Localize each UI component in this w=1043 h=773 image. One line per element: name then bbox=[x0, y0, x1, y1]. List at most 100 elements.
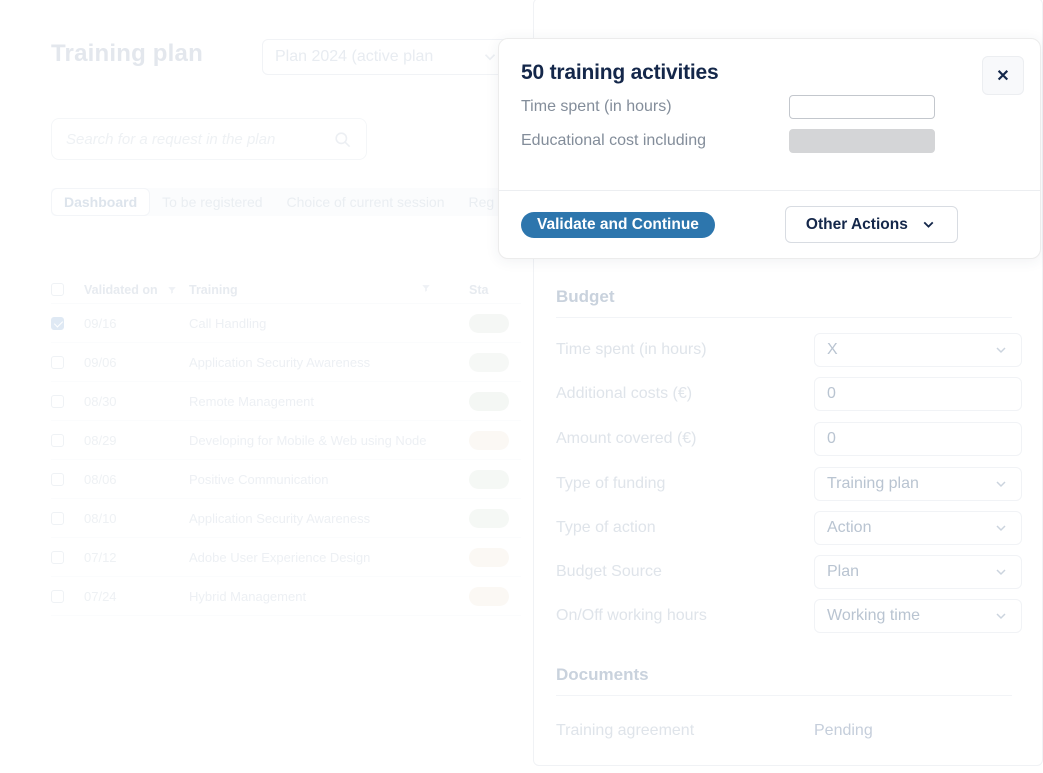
plan-select[interactable]: Plan 2024 (active plan bbox=[262, 39, 512, 75]
training-activities-modal: 50 training activities Time spent (in ho… bbox=[498, 38, 1041, 259]
column-header-training[interactable]: Training bbox=[189, 283, 469, 297]
row-training: Call Handling bbox=[189, 315, 267, 331]
type-of-funding-select[interactable]: Training plan bbox=[814, 467, 1022, 501]
row-validated-on: 09/16 bbox=[84, 315, 117, 331]
row-training: Application Security Awareness bbox=[189, 354, 371, 370]
column-label-validated-on: Validated on bbox=[84, 282, 158, 297]
modal-field-educational-cost: Educational cost including bbox=[521, 129, 1018, 153]
chevron-down-icon bbox=[481, 48, 499, 66]
column-header-status[interactable]: Sta bbox=[469, 283, 521, 297]
row-status-badge bbox=[469, 586, 521, 606]
column-label-training: Training bbox=[189, 282, 238, 297]
field-label: On/Off working hours bbox=[556, 607, 707, 624]
modal-field-time-spent: Time spent (in hours) bbox=[521, 95, 1018, 119]
tab-to-be-registered[interactable]: To be registered bbox=[150, 189, 274, 215]
budget-section-title: Budget bbox=[556, 287, 1012, 318]
budget-source-select[interactable]: Plan bbox=[814, 555, 1022, 589]
row-training: Developing for Mobile & Web using Node bbox=[189, 432, 427, 448]
select-all-checkbox[interactable] bbox=[51, 283, 84, 296]
field-label: Amount covered (€) bbox=[556, 430, 697, 447]
table-row[interactable]: 07/12 Adobe User Experience Design bbox=[51, 538, 521, 577]
chevron-down-icon bbox=[993, 342, 1009, 358]
field-budget-source: Budget Source Plan bbox=[556, 555, 1022, 589]
row-checkbox[interactable] bbox=[51, 394, 84, 408]
modal-footer: Validate and Continue Other Actions bbox=[499, 190, 1040, 258]
row-checkbox[interactable] bbox=[51, 511, 84, 525]
field-label: Time spent (in hours) bbox=[556, 341, 707, 358]
row-status-badge bbox=[469, 391, 521, 411]
row-validated-on: 09/06 bbox=[84, 354, 117, 370]
documents-section-title: Documents bbox=[556, 665, 1012, 696]
row-status-badge bbox=[469, 508, 521, 528]
row-validated-on: 07/24 bbox=[84, 588, 117, 604]
row-checkbox[interactable] bbox=[51, 550, 84, 564]
working-hours-select[interactable]: Working time bbox=[814, 599, 1022, 633]
amount-covered-input[interactable]: 0 bbox=[814, 422, 1022, 456]
search-input[interactable]: Search for a request in the plan bbox=[51, 118, 367, 160]
row-checkbox[interactable] bbox=[51, 472, 84, 486]
modal-title: 50 training activities bbox=[521, 61, 719, 84]
field-label: Budget Source bbox=[556, 563, 662, 580]
additional-costs-input[interactable]: 0 bbox=[814, 377, 1022, 411]
chevron-down-icon bbox=[993, 520, 1009, 536]
row-checkbox[interactable] bbox=[51, 433, 84, 447]
field-time-spent: Time spent (in hours) X bbox=[556, 333, 1022, 367]
row-training: Positive Communication bbox=[189, 471, 329, 487]
field-type-of-action: Type of action Action bbox=[556, 511, 1022, 545]
tab-choice-of-current-session[interactable]: Choice of current session bbox=[275, 189, 457, 215]
row-training: Adobe User Experience Design bbox=[189, 549, 371, 565]
chevron-down-icon bbox=[920, 216, 937, 233]
column-header-validated-on[interactable]: Validated on bbox=[84, 283, 189, 297]
field-value: Action bbox=[827, 519, 872, 536]
tab-dashboard[interactable]: Dashboard bbox=[51, 188, 151, 216]
row-validated-on: 08/30 bbox=[84, 393, 117, 409]
table-row[interactable]: 08/30 Remote Management bbox=[51, 382, 521, 421]
row-checkbox[interactable] bbox=[51, 355, 84, 369]
table-row[interactable]: 09/06 Application Security Awareness bbox=[51, 343, 521, 382]
field-label: Type of funding bbox=[556, 475, 666, 492]
search-icon bbox=[333, 130, 352, 149]
column-label-status: Sta bbox=[469, 282, 489, 297]
row-checkbox[interactable] bbox=[51, 316, 84, 330]
other-actions-button[interactable]: Other Actions bbox=[784, 206, 958, 243]
validate-and-continue-button[interactable]: Validate and Continue bbox=[521, 211, 715, 238]
field-on-off-working-hours: On/Off working hours Working time bbox=[556, 599, 1022, 633]
chevron-down-icon bbox=[993, 608, 1009, 624]
modal-educational-cost-input bbox=[789, 129, 935, 153]
row-status-badge bbox=[469, 352, 521, 372]
field-value: X bbox=[827, 341, 838, 358]
row-checkbox[interactable] bbox=[51, 589, 84, 603]
type-of-action-select[interactable]: Action bbox=[814, 511, 1022, 545]
field-value: Training plan bbox=[827, 475, 919, 492]
field-value: 0 bbox=[827, 385, 836, 402]
modal-field-label: Educational cost including bbox=[521, 132, 707, 149]
field-label: Additional costs (€) bbox=[556, 385, 693, 402]
table-row[interactable]: 09/16 Call Handling bbox=[51, 304, 521, 343]
row-training: Application Security Awareness bbox=[189, 510, 371, 526]
table-row[interactable]: 08/10 Application Security Awareness bbox=[51, 499, 521, 538]
table-header-row: Validated on Training Sta bbox=[51, 276, 521, 304]
filter-icon[interactable] bbox=[167, 285, 177, 295]
table-row[interactable]: 08/29 Developing for Mobile & Web using … bbox=[51, 421, 521, 460]
row-status-badge bbox=[469, 547, 521, 567]
row-status-badge bbox=[469, 430, 521, 450]
field-amount-covered: Amount covered (€) 0 bbox=[556, 422, 1022, 456]
close-icon[interactable]: ✕ bbox=[982, 56, 1024, 95]
row-validated-on: 08/06 bbox=[84, 471, 117, 487]
row-training: Hybrid Management bbox=[189, 588, 307, 604]
field-label: Type of action bbox=[556, 519, 656, 536]
time-spent-select[interactable]: X bbox=[814, 333, 1022, 367]
field-type-of-funding: Type of funding Training plan bbox=[556, 467, 1022, 501]
tab-bar: Dashboard To be registered Choice of cur… bbox=[51, 188, 507, 216]
row-status-badge bbox=[469, 313, 521, 333]
table-row[interactable]: 08/06 Positive Communication bbox=[51, 460, 521, 499]
modal-time-spent-input[interactable] bbox=[789, 95, 935, 119]
field-value: 0 bbox=[827, 430, 836, 447]
row-validated-on: 08/10 bbox=[84, 510, 117, 526]
table-row[interactable]: 07/24 Hybrid Management bbox=[51, 577, 521, 616]
document-row-training-agreement: Training agreement Pending bbox=[556, 714, 1022, 748]
document-label: Training agreement bbox=[556, 722, 695, 739]
filter-icon[interactable] bbox=[421, 283, 431, 293]
app-page: Training plan Plan 2024 (active plan Sea… bbox=[0, 0, 1043, 773]
modal-field-label: Time spent (in hours) bbox=[521, 98, 672, 115]
